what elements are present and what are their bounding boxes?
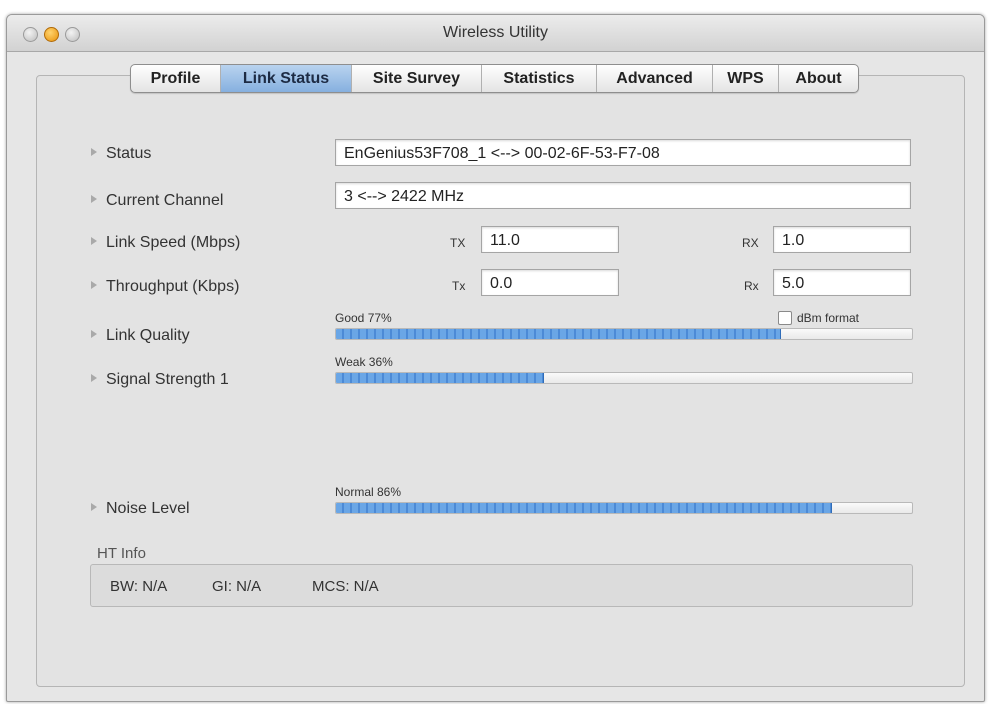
link-quality-label: Link Quality: [106, 327, 190, 344]
link-speed-tx-label: TX: [450, 236, 466, 250]
tab-statistics[interactable]: Statistics: [482, 65, 597, 92]
signal-strength-bar: [335, 372, 913, 384]
channel-field: 3 <--> 2422 MHz: [335, 182, 911, 209]
disclosure-triangle-icon: [91, 148, 97, 156]
ht-info-box: BW: N/A GI: N/A MCS: N/A: [90, 564, 913, 607]
link-quality-caption: Good 77%: [335, 311, 392, 325]
link-quality-bar-fill: [336, 329, 781, 339]
link-quality-row-label: Link Quality: [91, 327, 190, 345]
noise-level-row-label: Noise Level: [91, 500, 190, 518]
link-quality-bar: [335, 328, 913, 340]
tab-advanced[interactable]: Advanced: [597, 65, 713, 92]
ht-info-gi: GI: N/A: [212, 578, 262, 595]
throughput-rx-field: 5.0: [773, 269, 911, 296]
disclosure-triangle-icon: [91, 281, 97, 289]
throughput-tx-label: Tx: [452, 279, 466, 293]
disclosure-triangle-icon: [91, 503, 97, 511]
signal-strength-caption: Weak 36%: [335, 355, 393, 369]
dbm-format-label: dBm format: [797, 311, 860, 325]
disclosure-triangle-icon: [91, 374, 97, 382]
signal-strength-label: Signal Strength 1: [106, 371, 229, 388]
tab-bar: Profile Link Status Site Survey Statisti…: [130, 64, 859, 93]
tab-wps[interactable]: WPS: [713, 65, 779, 92]
link-speed-rx-label: RX: [742, 236, 759, 250]
dbm-format-checkbox[interactable]: [778, 311, 792, 325]
tab-profile[interactable]: Profile: [131, 65, 221, 92]
tab-link-status[interactable]: Link Status: [221, 65, 352, 92]
wireless-utility-window: Wireless Utility Profile Link Status Sit…: [6, 14, 985, 702]
throughput-rx-label: Rx: [744, 279, 759, 293]
signal-strength-row-label: Signal Strength 1: [91, 371, 229, 389]
noise-level-label: Noise Level: [106, 500, 190, 517]
ht-info-title: HT Info: [97, 545, 146, 562]
signal-strength-bar-fill: [336, 373, 545, 383]
disclosure-triangle-icon: [91, 195, 97, 203]
ht-info-bw: BW: N/A: [110, 578, 168, 595]
status-field: EnGenius53F708_1 <--> 00-02-6F-53-F7-08: [335, 139, 911, 166]
throughput-row-label: Throughput (Kbps): [91, 278, 239, 296]
link-speed-row-label: Link Speed (Mbps): [91, 234, 240, 252]
link-speed-tx-field: 11.0: [481, 226, 619, 253]
disclosure-triangle-icon: [91, 237, 97, 245]
link-speed-rx-field: 1.0: [773, 226, 911, 253]
throughput-label: Throughput (Kbps): [106, 278, 240, 295]
status-row-label: Status: [91, 145, 151, 163]
noise-level-caption: Normal 86%: [335, 485, 402, 499]
tab-site-survey[interactable]: Site Survey: [352, 65, 482, 92]
status-label: Status: [106, 145, 152, 162]
disclosure-triangle-icon: [91, 330, 97, 338]
noise-level-bar-fill: [336, 503, 833, 513]
noise-level-bar: [335, 502, 913, 514]
window-title: Wireless Utility: [443, 24, 548, 41]
channel-label: Current Channel: [106, 192, 224, 209]
throughput-tx-field: 0.0: [481, 269, 619, 296]
title-bar: Wireless Utility: [7, 15, 984, 52]
channel-row-label: Current Channel: [91, 192, 223, 210]
ht-info-mcs: MCS: N/A: [312, 578, 379, 595]
tab-about[interactable]: About: [779, 65, 858, 92]
link-speed-label: Link Speed (Mbps): [106, 234, 241, 251]
